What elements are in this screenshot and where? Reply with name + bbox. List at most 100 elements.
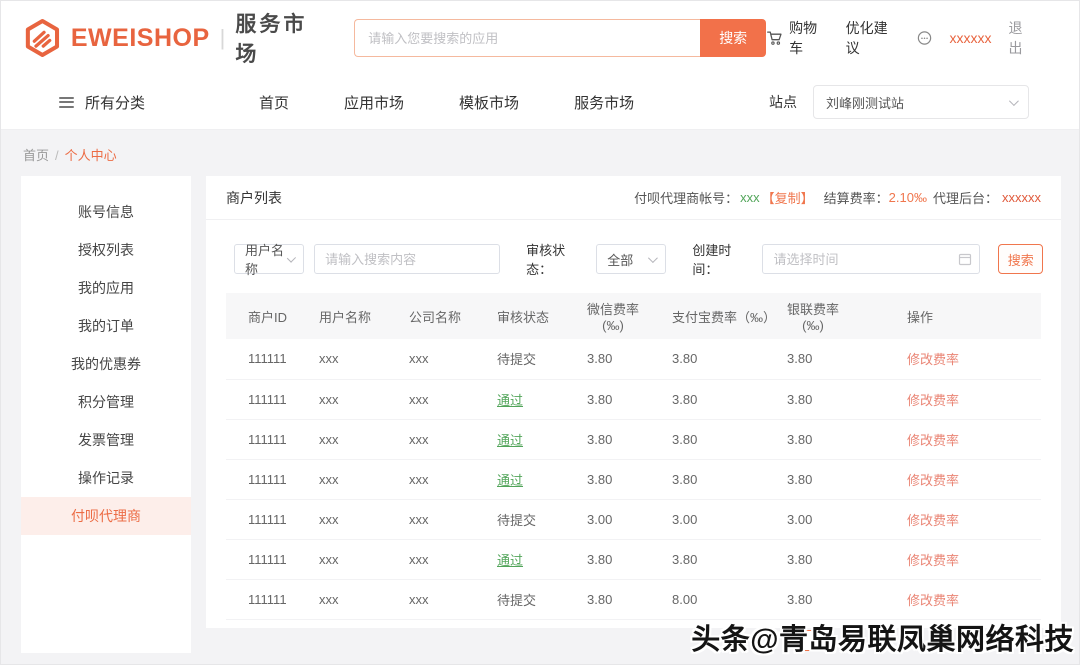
unionpay-rate: 3.80 <box>787 432 812 447</box>
cart-label: 购物车 <box>789 18 828 58</box>
status-badge: 待提交 <box>497 593 536 608</box>
logout-link[interactable]: 退出 <box>1009 18 1035 58</box>
agent-backend-value[interactable]: xxxxxx <box>1002 190 1041 205</box>
merchant-id: 111111 <box>248 472 287 487</box>
status-badge[interactable]: 通过 <box>497 433 523 448</box>
agent-account-value: xxx <box>740 190 760 205</box>
merchant-id: 111111 <box>248 351 287 366</box>
date-picker <box>762 244 980 274</box>
company-name: xxx <box>409 392 429 407</box>
alipay-rate: 3.80 <box>672 472 697 487</box>
copy-button[interactable]: 【复制】 <box>762 188 814 207</box>
brand-suffix: 服务市场 <box>235 8 324 68</box>
status-badge[interactable]: 通过 <box>497 553 523 568</box>
sidebar-item[interactable]: 我的订单 <box>21 307 191 345</box>
alipay-rate: 3.80 <box>672 351 697 366</box>
modify-rate-link[interactable]: 修改费率 <box>907 593 959 608</box>
status-badge-cell: 通过 <box>489 539 579 579</box>
table-row: 111111xxxxxx待提交3.808.003.80修改费率 <box>226 579 1041 619</box>
company-name-cell: xxx <box>401 579 489 619</box>
sidebar-item[interactable]: 我的应用 <box>21 269 191 307</box>
alipay-rate: 3.80 <box>672 392 697 407</box>
keyword-input[interactable] <box>314 244 500 274</box>
site-select[interactable]: 刘峰刚测试站 <box>813 85 1029 119</box>
modify-rate-link[interactable]: 修改费率 <box>907 352 959 367</box>
merchant-id: 111111 <box>248 512 287 527</box>
company-name-cell: xxx <box>401 339 489 379</box>
user-name: xxx <box>319 512 339 527</box>
status-badge-cell: 待提交 <box>489 579 579 619</box>
watermark-text: 头条@青岛易联凤巢网络科技 <box>691 616 1074 658</box>
status-badge[interactable]: 通过 <box>497 473 523 488</box>
column-header: 操作 <box>899 293 1041 339</box>
column-header: 微信费率(‰) <box>579 293 664 339</box>
calendar-icon[interactable] <box>958 252 972 266</box>
all-categories-button[interactable]: 所有分类 <box>59 92 145 113</box>
status-filter-label: 审核状态： <box>526 240 586 278</box>
nav-link-1[interactable]: 首页 <box>259 92 289 113</box>
panel-title: 商户列表 <box>226 188 282 208</box>
agent-backend-label: 代理后台： <box>933 188 998 207</box>
breadcrumb-current[interactable]: 个人中心 <box>65 148 117 163</box>
cart-link[interactable]: 购物车 <box>766 18 828 58</box>
breadcrumb: 首页/个人中心 <box>1 130 1079 164</box>
search-input[interactable] <box>354 19 700 57</box>
alipay-rate-cell: 8.00 <box>664 579 779 619</box>
merchant-panel: 商户列表 付呗代理商帐号： xxx 【复制】 结算费率： 2.10‰ 代理后台：… <box>206 176 1061 628</box>
username[interactable]: xxxxxx <box>950 30 992 46</box>
sidebar-item[interactable]: 操作记录 <box>21 459 191 497</box>
nav-link-3[interactable]: 模板市场 <box>459 92 519 113</box>
sidebar-item[interactable]: 我的优惠券 <box>21 345 191 383</box>
sidebar-item-active[interactable]: 付呗代理商 <box>21 497 191 535</box>
user-name-cell: xxx <box>311 339 401 379</box>
filter-search-button[interactable]: 搜索 <box>998 244 1043 274</box>
alipay-rate: 8.00 <box>672 592 697 607</box>
modify-rate-link-cell: 修改费率 <box>899 579 1041 619</box>
nav-link-2[interactable]: 应用市场 <box>344 92 404 113</box>
modify-rate-link[interactable]: 修改费率 <box>907 473 959 488</box>
all-categories-label: 所有分类 <box>85 92 145 113</box>
wechat-rate-cell: 3.80 <box>579 419 664 459</box>
merchant-id: 111111 <box>248 392 287 407</box>
sidebar-item[interactable]: 账号信息 <box>21 193 191 231</box>
modify-rate-link[interactable]: 修改费率 <box>907 513 959 528</box>
status-badge[interactable]: 通过 <box>497 393 523 408</box>
settle-rate-label: 结算费率： <box>824 188 889 207</box>
modify-rate-link[interactable]: 修改费率 <box>907 553 959 568</box>
suggestion-link[interactable]: 优化建议 <box>846 18 899 58</box>
modify-rate-link-cell: 修改费率 <box>899 339 1041 379</box>
modify-rate-link[interactable]: 修改费率 <box>907 433 959 448</box>
user-name-cell: xxx <box>311 459 401 499</box>
unionpay-rate-cell: 3.00 <box>779 499 899 539</box>
column-header: 公司名称 <box>401 293 489 339</box>
status-select-value: 全部 <box>607 250 633 269</box>
wechat-rate: 3.80 <box>587 552 612 567</box>
modify-rate-link-cell: 修改费率 <box>899 499 1041 539</box>
alipay-rate: 3.00 <box>672 512 697 527</box>
table-row: 111111xxxxxx待提交3.003.003.00修改费率 <box>226 499 1041 539</box>
table-row: 111111xxxxxx通过3.803.803.80修改费率 <box>226 379 1041 419</box>
status-select[interactable]: 全部 <box>596 244 666 274</box>
merchant-id-cell: 111111 <box>226 579 311 619</box>
merchant-id: 111111 <box>248 592 287 607</box>
brand[interactable]: EWEISHOP | 服务市场 <box>23 8 324 68</box>
sidebar-item[interactable]: 积分管理 <box>21 383 191 421</box>
wechat-rate: 3.80 <box>587 472 612 487</box>
modify-rate-link[interactable]: 修改费率 <box>907 393 959 408</box>
sidebar-item[interactable]: 发票管理 <box>21 421 191 459</box>
alipay-rate-cell: 3.00 <box>664 499 779 539</box>
company-name: xxx <box>409 472 429 487</box>
modify-rate-link-cell: 修改费率 <box>899 419 1041 459</box>
unionpay-rate-cell: 3.80 <box>779 459 899 499</box>
search-field-select[interactable]: 用户名称 <box>234 244 304 274</box>
search-button[interactable]: 搜索 <box>700 19 766 57</box>
nav-link-4[interactable]: 服务市场 <box>574 92 634 113</box>
breadcrumb-home[interactable]: 首页 <box>23 148 49 163</box>
message-bubble-icon[interactable] <box>916 29 933 47</box>
date-input[interactable] <box>762 244 980 274</box>
user-name: xxx <box>319 552 339 567</box>
column-header: 银联费率(‰) <box>779 293 899 339</box>
wechat-rate-cell: 3.80 <box>579 339 664 379</box>
sidebar-item[interactable]: 授权列表 <box>21 231 191 269</box>
wechat-rate-cell: 3.00 <box>579 499 664 539</box>
